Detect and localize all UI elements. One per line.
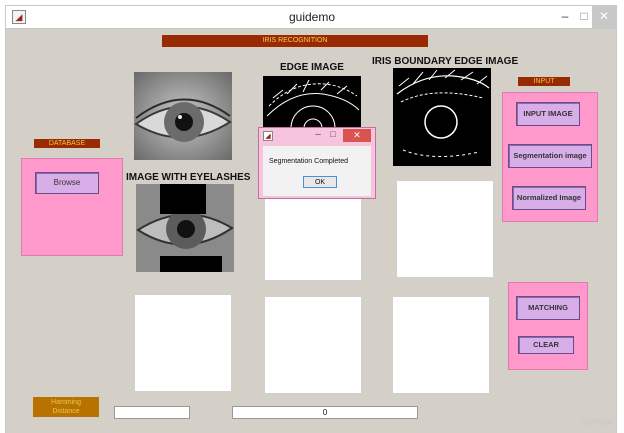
result-axes-1 — [134, 294, 232, 392]
browse-button[interactable]: Browse — [35, 172, 99, 194]
hamming-label-line2: Distance — [52, 408, 80, 415]
maximize-button[interactable]: □ — [576, 6, 592, 28]
minimize-button[interactable]: – — [554, 6, 576, 28]
hamming-distance-label: Hamming Distance — [33, 397, 99, 417]
dialog-minimize-button[interactable]: – — [311, 129, 325, 140]
matching-button[interactable]: MATCHING — [516, 296, 580, 320]
dialog-titlebar: ◢ – □ ✕ — [259, 128, 375, 144]
input-label: INPUT — [518, 77, 570, 86]
dialog-ok-button[interactable]: OK — [303, 176, 337, 188]
dialog-close-button[interactable]: ✕ — [343, 129, 371, 142]
activation-watermark: Activat — [580, 416, 614, 428]
normalized-image-button[interactable]: Normalized Image — [512, 186, 586, 210]
hamming-distance-field[interactable] — [114, 406, 190, 419]
hamming-label-line1: Hamming — [51, 399, 81, 406]
dialog-body: Segmentation Completed OK — [263, 146, 371, 196]
result-axes-3 — [392, 296, 490, 394]
dialog-icon: ◢ — [263, 131, 273, 141]
eyelashes-heading: IMAGE WITH EYELASHES — [126, 172, 251, 183]
normalized-axes — [396, 180, 494, 278]
dialog-maximize-button[interactable]: □ — [327, 129, 339, 139]
eyelashes-image — [136, 184, 234, 272]
window-title: guidemo — [288, 10, 336, 24]
match-result-field[interactable]: 0 — [232, 406, 418, 419]
iris-boundary-image — [393, 68, 491, 166]
window-titlebar: ◢ guidemo – □ ✕ — [5, 5, 617, 29]
segmentation-dialog: ◢ – □ ✕ Segmentation Completed OK — [258, 127, 376, 199]
database-label: DATABASE — [34, 139, 100, 148]
clear-button[interactable]: CLEAR — [518, 336, 574, 354]
result-axes-2 — [264, 296, 362, 394]
input-image-button[interactable]: INPUT IMAGE — [516, 102, 580, 126]
segmentation-axes — [264, 198, 362, 281]
segmentation-image-button[interactable]: Segmentation image — [508, 144, 592, 168]
app-banner: IRIS RECOGNITION — [162, 35, 428, 47]
input-eye-image — [134, 72, 232, 160]
dialog-message: Segmentation Completed — [269, 158, 348, 165]
edge-image-heading: EDGE IMAGE — [280, 62, 344, 73]
close-button[interactable]: ✕ — [592, 6, 616, 28]
iris-boundary-heading: IRIS BOUNDARY EDGE IMAGE — [372, 56, 519, 67]
